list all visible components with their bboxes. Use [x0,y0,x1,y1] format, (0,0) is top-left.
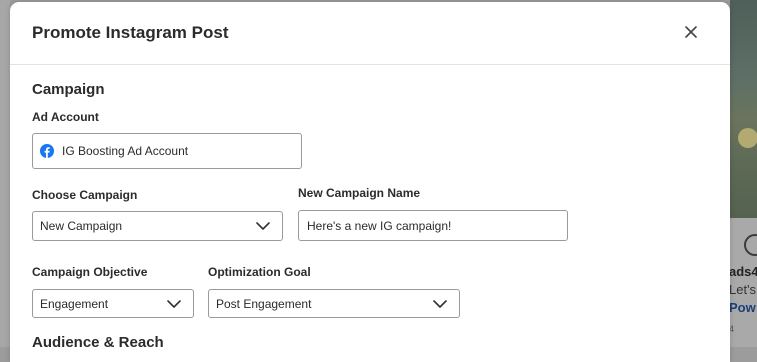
optimization-goal-select[interactable]: Post Engagement [208,289,460,318]
modal-header: Promote Instagram Post [10,2,730,65]
campaign-objective-label: Campaign Objective [32,265,148,279]
background-post-image [730,0,757,218]
optimization-goal-value: Post Engagement [216,296,312,311]
ad-account-value: IG Boosting Ad Account [62,144,189,158]
background-username: ads4 [729,264,757,279]
background-caption: Let's [729,282,757,297]
optimization-goal-label: Optimization Goal [208,265,311,279]
chevron-down-icon [433,299,447,308]
campaign-objective-value: Engagement [40,296,109,311]
choose-campaign-label: Choose Campaign [32,188,138,202]
new-campaign-name-label: New Campaign Name [298,186,421,200]
chevron-down-icon [167,299,181,308]
new-campaign-name-value: Here's a new IG campaign! [307,218,452,233]
choose-campaign-value: New Campaign [40,219,123,233]
new-campaign-name-input[interactable]: Here's a new IG campaign! [298,210,568,241]
close-button[interactable] [682,23,700,41]
chevron-down-icon [256,222,270,230]
ad-account-select[interactable]: IG Boosting Ad Account [32,133,302,169]
modal-title: Promote Instagram Post [32,23,229,42]
close-icon [685,26,697,38]
facebook-icon [40,144,54,158]
background-page-left [0,0,10,347]
audience-section-title: Audience & Reach [32,334,164,351]
promote-post-modal: Promote Instagram Post Campaign Ad Accou… [10,2,730,362]
ad-account-label: Ad Account [32,110,99,124]
background-link: Pow [729,300,756,315]
campaign-objective-select[interactable]: Engagement [32,289,194,318]
choose-campaign-select[interactable]: New Campaign [32,211,283,241]
campaign-section-title: Campaign [32,81,105,98]
